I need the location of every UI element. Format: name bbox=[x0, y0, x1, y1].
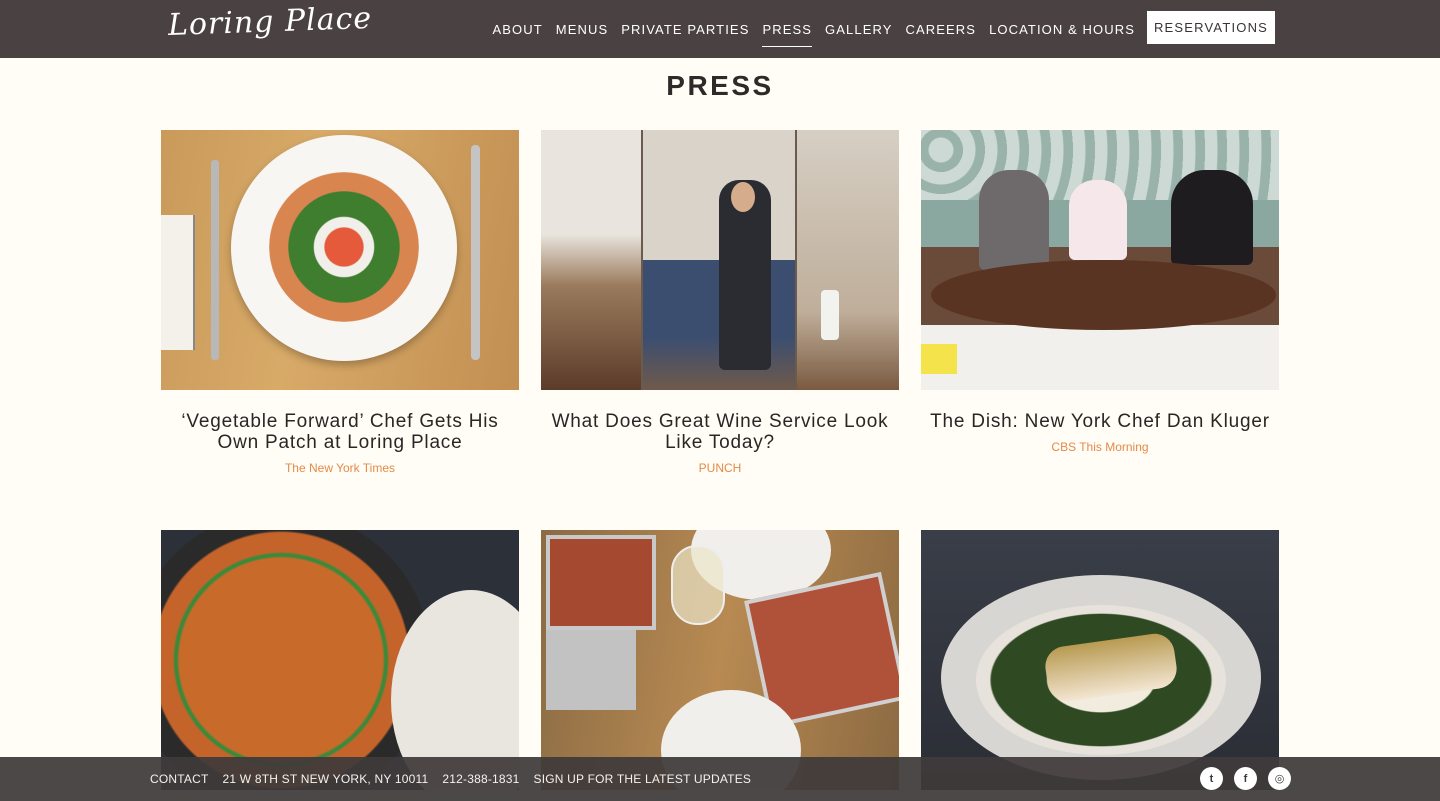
fish-dish-photo[interactable] bbox=[921, 530, 1279, 790]
press-source[interactable]: CBS This Morning bbox=[921, 440, 1279, 454]
press-card[interactable]: What Does Great Wine Service Look Like T… bbox=[541, 130, 899, 475]
nav-location-hours[interactable]: LOCATION & HOURS bbox=[989, 16, 1135, 43]
press-headline[interactable]: ‘Vegetable Forward’ Chef Gets His Own Pa… bbox=[161, 411, 519, 453]
twitter-icon[interactable]: t bbox=[1200, 767, 1223, 790]
pasta-dish-photo[interactable] bbox=[161, 130, 519, 390]
site-logo[interactable]: Loring Place bbox=[167, 1, 372, 43]
napkin-shape bbox=[161, 215, 195, 350]
press-source[interactable]: PUNCH bbox=[541, 461, 899, 475]
pizza-tray-shape bbox=[546, 535, 656, 630]
tv-logo-badge bbox=[921, 344, 957, 374]
footer-signup-link[interactable]: SIGN UP FOR THE LATEST UPDATES bbox=[534, 772, 752, 786]
chef-shape bbox=[1171, 170, 1253, 265]
press-headline[interactable]: The Dish: New York Chef Dan Kluger bbox=[921, 411, 1279, 432]
pot-shape bbox=[161, 530, 431, 790]
vase-shape bbox=[821, 290, 839, 340]
footer-phone-link[interactable]: 212-388-1831 bbox=[442, 772, 519, 786]
pasta-shape bbox=[269, 172, 419, 322]
tv-segment-photo[interactable] bbox=[921, 130, 1279, 390]
braise-dish-photo[interactable] bbox=[161, 530, 519, 790]
page-title: PRESS bbox=[666, 70, 774, 101]
reservations-button[interactable]: RESERVATIONS bbox=[1147, 11, 1275, 44]
social-links: t f ◎ bbox=[1200, 767, 1291, 790]
host-shape bbox=[1069, 180, 1127, 260]
nav-about[interactable]: ABOUT bbox=[492, 16, 542, 43]
instagram-icon[interactable]: ◎ bbox=[1268, 767, 1291, 790]
nav-private-parties[interactable]: PRIVATE PARTIES bbox=[621, 16, 749, 43]
host-shape bbox=[979, 170, 1049, 270]
press-source[interactable]: The New York Times bbox=[161, 461, 519, 475]
footer-address-link[interactable]: 21 W 8TH ST NEW YORK, NY 10011 bbox=[223, 772, 429, 786]
nav-menus[interactable]: MENUS bbox=[556, 16, 608, 43]
table-shape bbox=[931, 260, 1276, 330]
facebook-icon[interactable]: f bbox=[1234, 767, 1257, 790]
nav-gallery[interactable]: GALLERY bbox=[825, 16, 892, 43]
dining-room-panel bbox=[541, 130, 641, 390]
branches-panel bbox=[797, 130, 899, 390]
fork-shape bbox=[211, 160, 219, 360]
nav-press[interactable]: PRESS bbox=[762, 16, 812, 47]
footer-contact-link[interactable]: CONTACT bbox=[150, 772, 209, 786]
pizza-tray-shape bbox=[546, 630, 636, 710]
main-nav: ABOUT MENUS PRIVATE PARTIES PRESS GALLER… bbox=[492, 0, 1135, 58]
nav-careers[interactable]: CAREERS bbox=[906, 16, 977, 43]
press-headline[interactable]: What Does Great Wine Service Look Like T… bbox=[541, 411, 899, 453]
pizza-photo[interactable] bbox=[541, 530, 899, 790]
footer-links: CONTACT 21 W 8TH ST NEW YORK, NY 10011 2… bbox=[150, 757, 751, 801]
sticky-footer: CONTACT 21 W 8TH ST NEW YORK, NY 10011 2… bbox=[0, 757, 1440, 801]
wine-glass-shape bbox=[671, 545, 725, 625]
head-shape bbox=[731, 182, 755, 212]
press-card[interactable]: The Dish: New York Chef Dan Kluger CBS T… bbox=[921, 130, 1279, 454]
knife-shape bbox=[471, 145, 480, 360]
press-card[interactable]: ‘Vegetable Forward’ Chef Gets His Own Pa… bbox=[161, 130, 519, 475]
wine-service-photo[interactable] bbox=[541, 130, 899, 390]
site-header: Loring Place ABOUT MENUS PRIVATE PARTIES… bbox=[0, 0, 1440, 58]
